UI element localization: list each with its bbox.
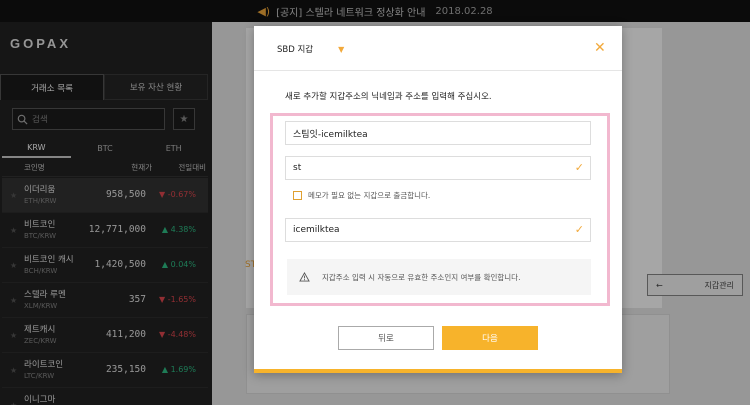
memo-checkbox-label: 메모가 필요 없는 지갑으로 출금합니다. <box>308 191 431 200</box>
address-field[interactable]: st ✓ <box>285 156 591 180</box>
address-warning: 지갑주소 입력 시 자동으로 유효한 주소인지 여부를 확인합니다. <box>287 259 591 295</box>
back-button[interactable]: 뒤로 <box>338 326 434 350</box>
memo-checkbox[interactable] <box>293 191 302 200</box>
wallet-select-dropdown[interactable]: SBD 지갑 ▼ <box>277 43 345 56</box>
instruction-text: 새로 추가할 지갑주소의 닉네임과 주소를 입력해 주십시오. <box>285 92 492 102</box>
divider <box>254 70 622 71</box>
memo-field[interactable]: icemilktea ✓ <box>285 218 591 242</box>
app-root: ◀) [공지] 스텔라 네트워크 정상화 안내 2018.02.28 GOPAX… <box>0 0 750 405</box>
nickname-field[interactable]: 스팀잇-icemilktea <box>285 121 591 145</box>
modal-title: SBD 지갑 <box>277 45 314 55</box>
address-value: st <box>293 163 302 173</box>
check-icon: ✓ <box>574 223 584 236</box>
nickname-value: 스팀잇-icemilktea <box>293 129 368 140</box>
warning-text: 지갑주소 입력 시 자동으로 유효한 주소인지 여부를 확인합니다. <box>322 272 521 282</box>
close-icon[interactable]: ✕ <box>594 41 606 55</box>
warning-icon <box>299 272 310 282</box>
memo-not-required-option[interactable]: 메모가 필요 없는 지갑으로 출금합니다. <box>293 190 430 201</box>
memo-value: icemilktea <box>293 225 340 235</box>
caret-down-icon: ▼ <box>338 44 345 54</box>
next-button[interactable]: 다음 <box>442 326 538 350</box>
check-icon: ✓ <box>574 161 584 174</box>
add-wallet-modal: SBD 지갑 ▼ ✕ 새로 추가할 지갑주소의 닉네임과 주소를 입력해 주십시… <box>254 26 622 373</box>
